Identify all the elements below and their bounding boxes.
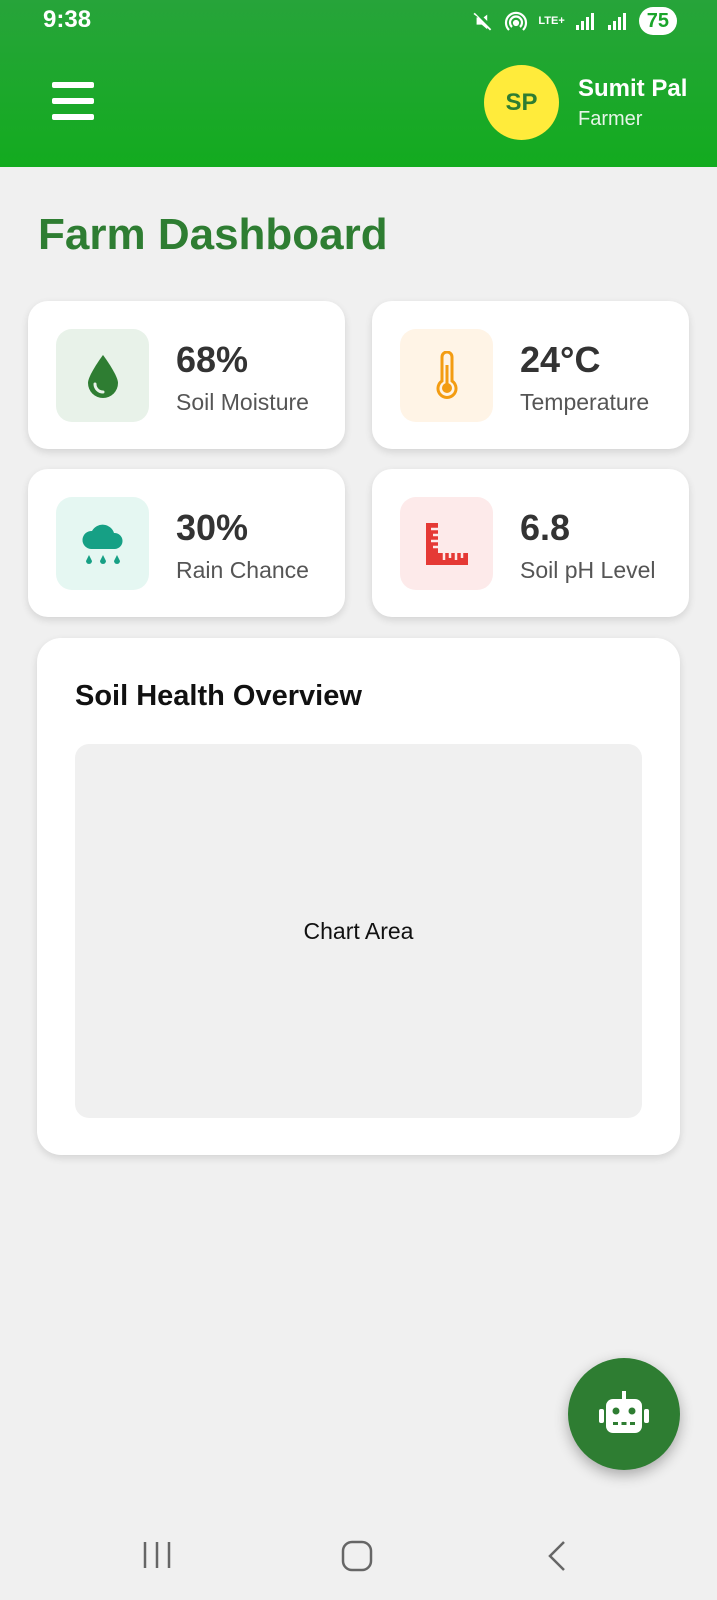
- soil-ph-value: 6.8: [520, 507, 571, 548]
- home-icon[interactable]: [340, 1540, 374, 1572]
- back-icon[interactable]: [544, 1540, 570, 1572]
- status-time: 9:38: [43, 6, 92, 33]
- recent-apps-icon[interactable]: [140, 1540, 174, 1570]
- soil-health-overview-card: Soil Health Overview Chart Area: [37, 638, 680, 1155]
- signal-icon-2: [607, 13, 626, 30]
- mute-icon: [473, 12, 492, 31]
- stat-card-soil-moisture[interactable]: 68% Soil Moisture: [28, 301, 345, 449]
- app-header: 9:38 LTE+ 75 SP Sumit Pal Farmer: [0, 0, 717, 167]
- rain-chance-value: 30%: [176, 507, 249, 548]
- soil-moisture-label: Soil Moisture: [176, 389, 309, 415]
- soil-ph-icon-box: [400, 497, 493, 590]
- soil-moisture-icon-box: [56, 329, 149, 422]
- ruler-combined-icon: [425, 522, 468, 565]
- cloud-rain-icon: [81, 524, 123, 564]
- stat-card-soil-ph[interactable]: 6.8 Soil pH Level: [372, 469, 689, 617]
- soil-moisture-value: 68%: [176, 339, 249, 380]
- rain-chance-label: Rain Chance: [176, 557, 309, 583]
- stat-card-rain-chance[interactable]: 30% Rain Chance: [28, 469, 345, 617]
- robot-icon: [599, 1391, 649, 1433]
- hamburger-menu-icon[interactable]: [52, 82, 94, 120]
- signal-icon: [575, 13, 594, 30]
- overview-title: Soil Health Overview: [75, 680, 362, 712]
- chatbot-button[interactable]: [568, 1358, 680, 1470]
- avatar[interactable]: SP: [484, 65, 559, 140]
- water-drop-icon: [87, 354, 118, 398]
- temperature-icon-box: [400, 329, 493, 422]
- page-title: Farm Dashboard: [38, 210, 388, 259]
- thermometer-icon: [436, 350, 457, 399]
- hotspot-icon: [505, 11, 528, 31]
- rain-chance-icon-box: [56, 497, 149, 590]
- user-role: Farmer: [578, 108, 643, 130]
- stat-card-temperature[interactable]: 24°C Temperature: [372, 301, 689, 449]
- chart-area: Chart Area: [75, 744, 642, 1118]
- chart-area-label: Chart Area: [303, 917, 414, 944]
- battery-indicator: 75: [638, 7, 677, 35]
- system-navigation-bar: [0, 1510, 717, 1600]
- status-icons: LTE+ 75: [472, 6, 677, 36]
- temperature-value: 24°C: [520, 339, 601, 380]
- network-type-label: LTE+: [538, 14, 565, 27]
- soil-ph-label: Soil pH Level: [520, 557, 656, 583]
- user-name: Sumit Pal: [578, 75, 688, 102]
- temperature-label: Temperature: [520, 389, 650, 415]
